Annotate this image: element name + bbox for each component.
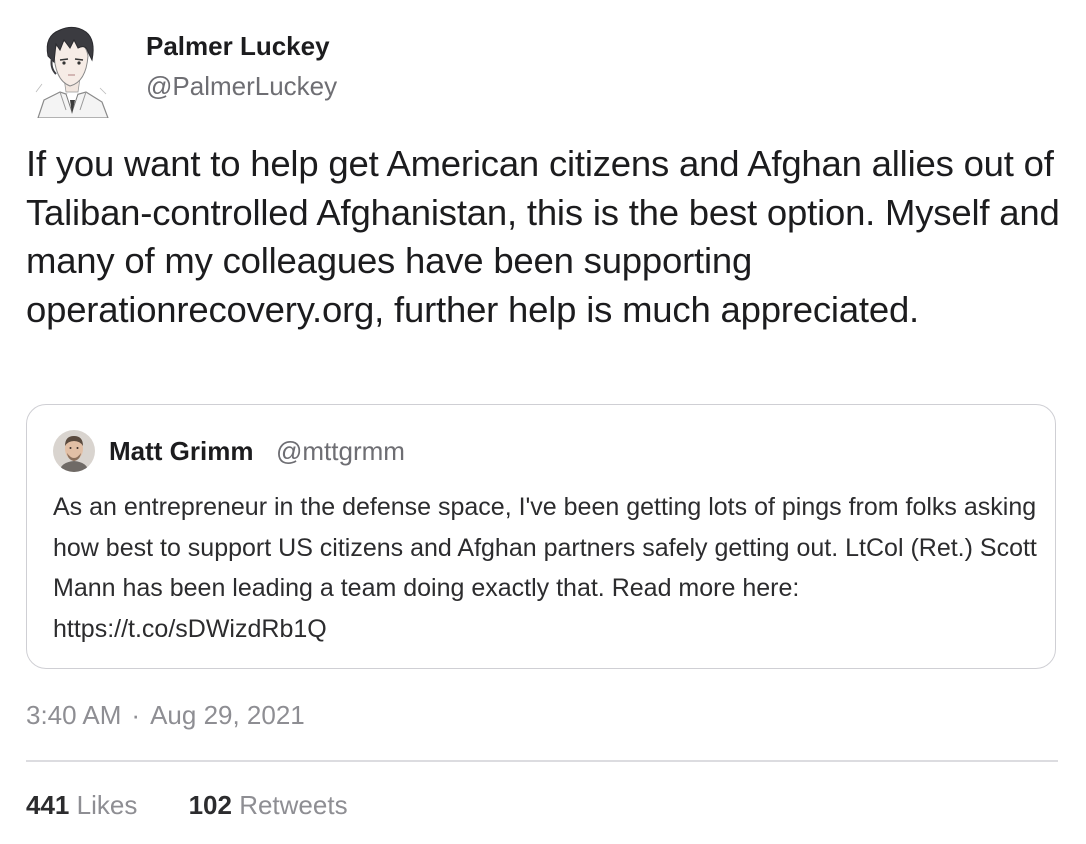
likes-label: Likes (76, 790, 138, 820)
tweet-timestamp[interactable]: 3:40 AM · Aug 29, 2021 (26, 700, 305, 731)
tweet-body-text: If you want to help get American citizen… (26, 143, 1060, 330)
tweet-time: 3:40 AM (26, 700, 122, 730)
author-name[interactable]: Palmer Luckey (146, 31, 330, 62)
retweets-label: Retweets (239, 790, 348, 820)
likes-stat[interactable]: 441 Likes (26, 790, 137, 821)
quoted-author-avatar[interactable] (53, 430, 95, 472)
profile-photo-avatar-icon (53, 430, 95, 472)
author-handle[interactable]: @PalmerLuckey (146, 71, 337, 102)
meta-separator: · (131, 700, 141, 730)
likes-count: 441 (26, 790, 70, 820)
author-avatar[interactable] (30, 22, 112, 119)
divider (26, 760, 1058, 762)
tweet-stats: 441 Likes 102 Retweets (26, 790, 392, 821)
quoted-tweet-text: As an entrepreneur in the defense space,… (53, 493, 1037, 643)
tweet-date: Aug 29, 2021 (150, 700, 305, 730)
anime-portrait-avatar-icon (35, 26, 109, 119)
tweet-card: Palmer Luckey @PalmerLuckey If you want … (0, 0, 1086, 844)
quoted-author-name[interactable]: Matt Grimm (109, 436, 253, 467)
retweets-stat[interactable]: 102 Retweets (189, 790, 348, 821)
quoted-tweet-card[interactable]: Matt Grimm @mttgrmm As an entrepreneur i… (26, 404, 1056, 669)
quoted-author-handle[interactable]: @mttgrmm (276, 436, 405, 467)
retweets-count: 102 (188, 790, 232, 820)
